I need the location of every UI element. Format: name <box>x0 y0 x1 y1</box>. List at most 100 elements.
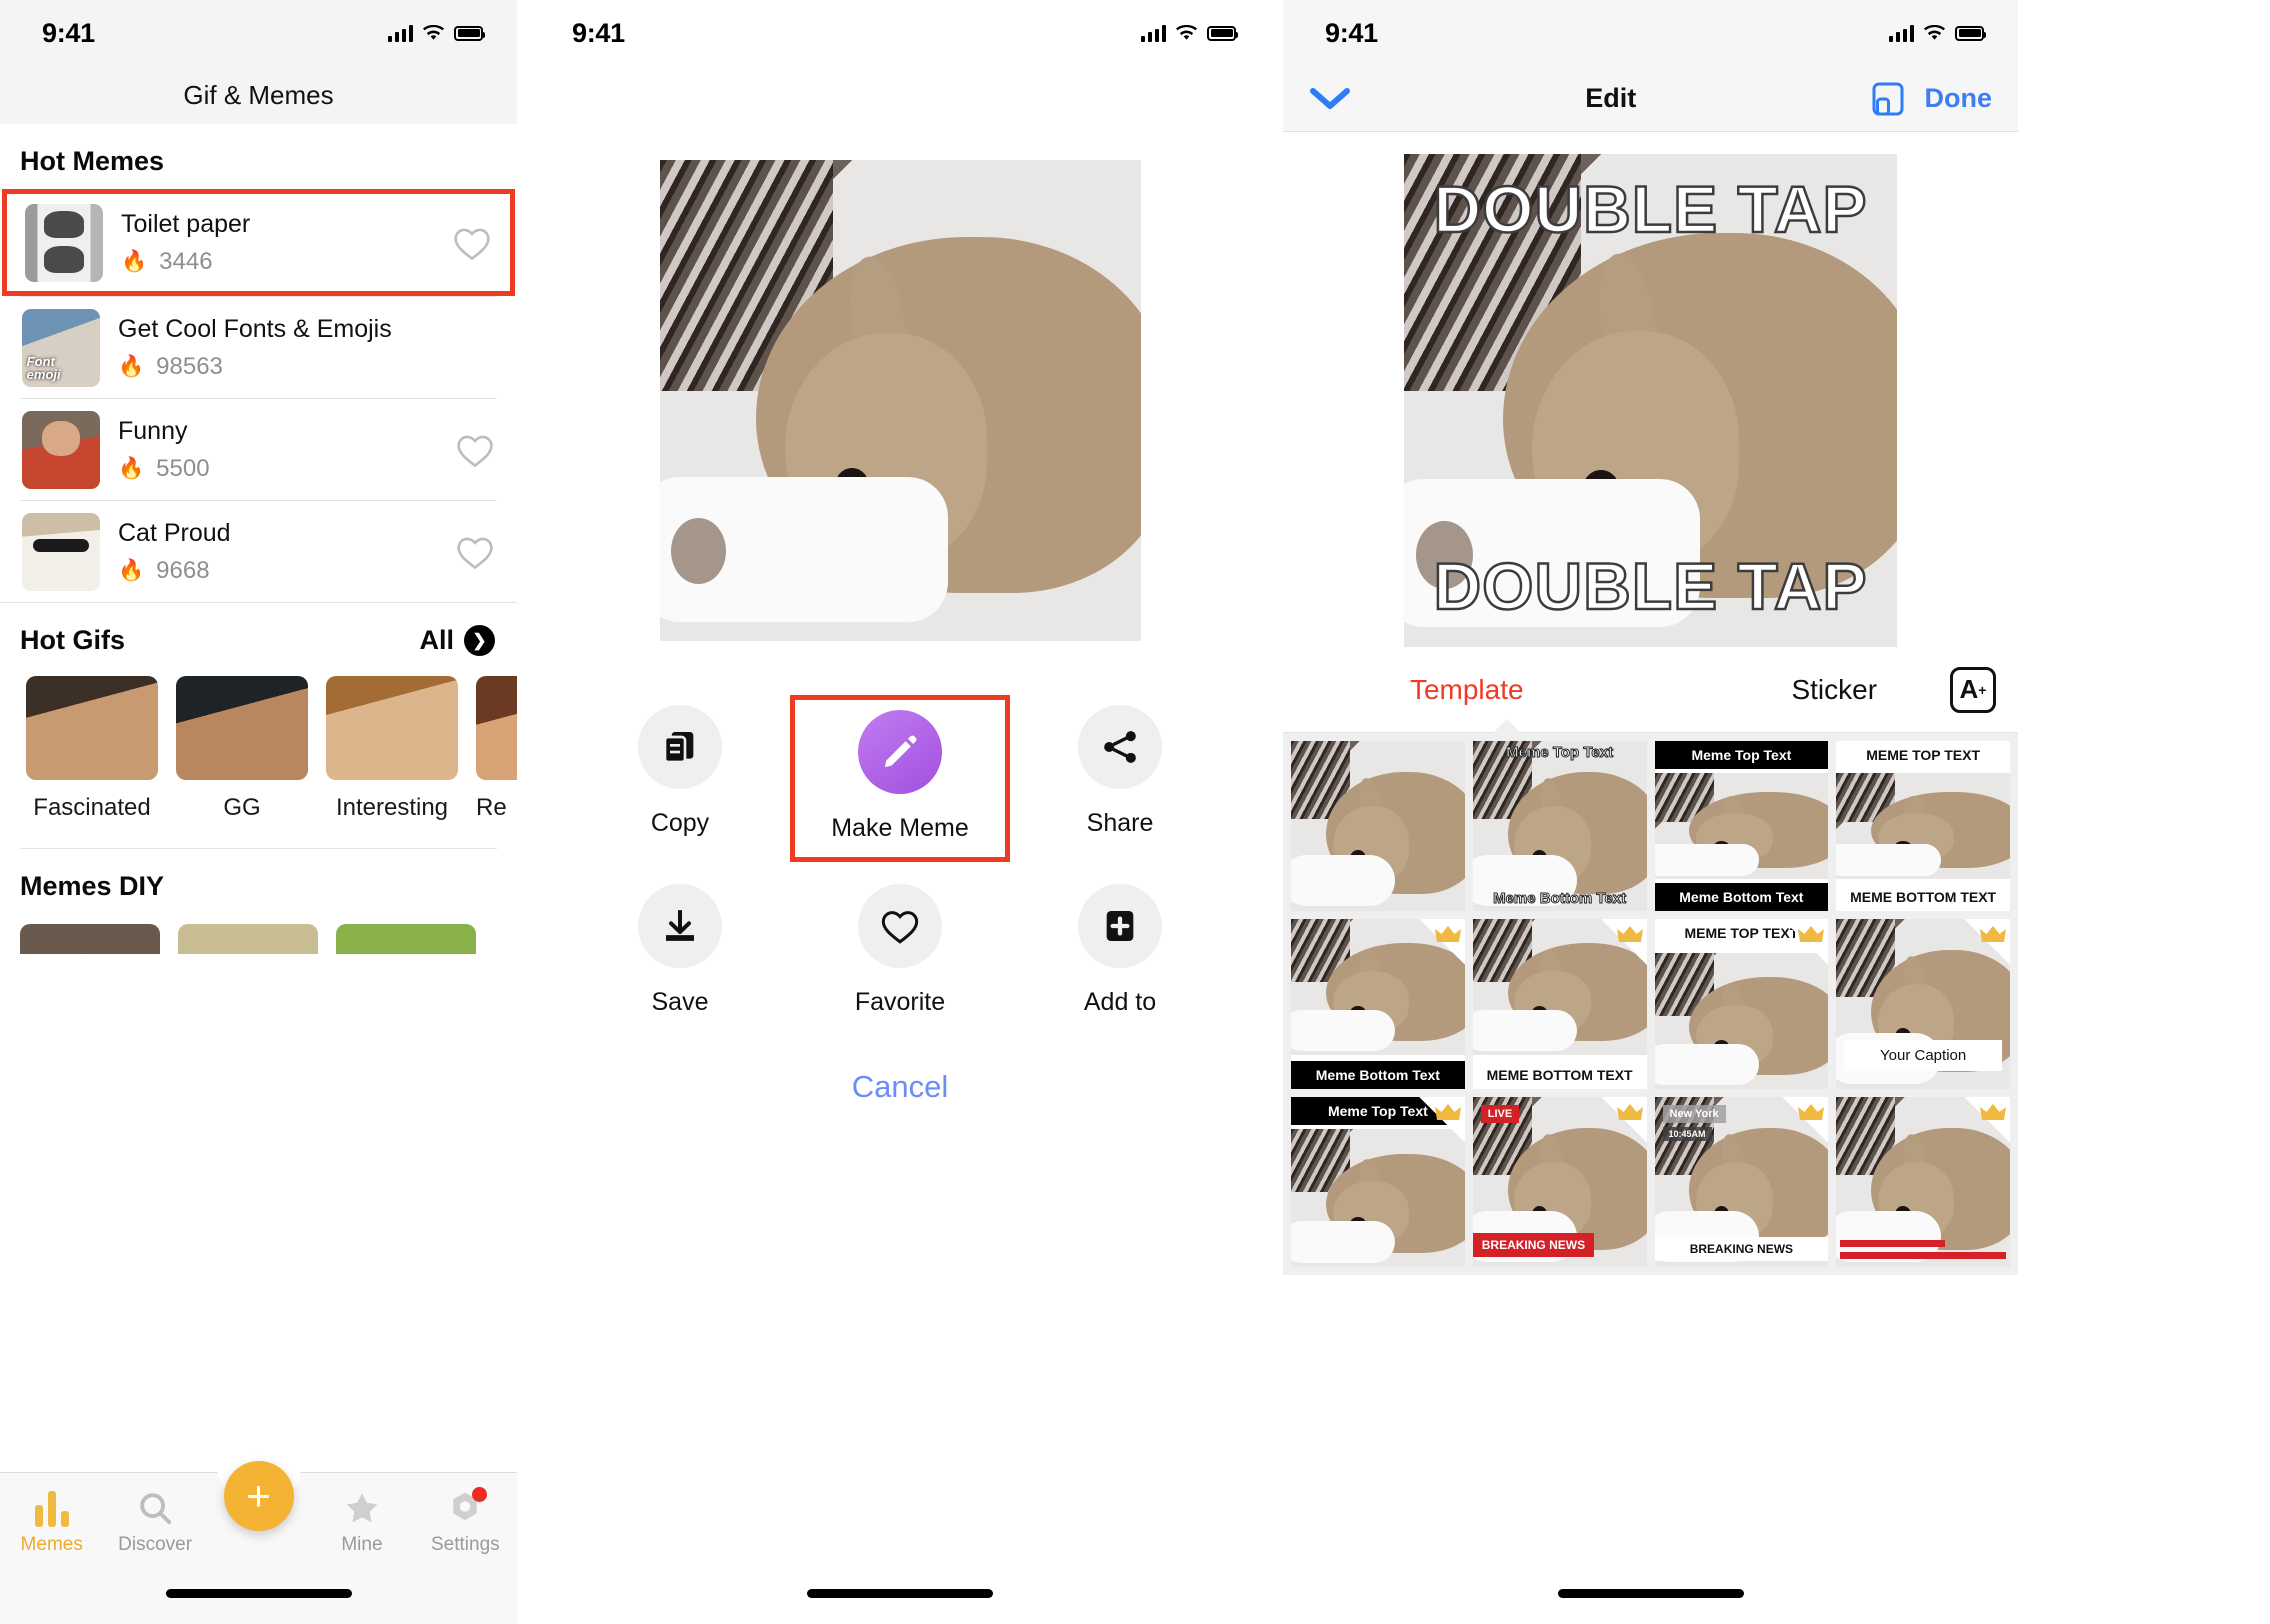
gif-card[interactable]: Interesting <box>326 676 458 822</box>
panel-meme-editor: 9:41 Edit Done DOUBLE TAP DOUBLE TAP Tem… <box>1283 0 2018 1624</box>
template-bottom-text: Meme Bottom Text <box>1493 890 1627 907</box>
tab-label: Memes <box>20 1534 83 1555</box>
premium-crown-icon <box>1964 1097 2010 1143</box>
diy-card[interactable]: INTROVERT <box>178 924 318 954</box>
panel-gap <box>1270 0 1283 1624</box>
template-card-news-red[interactable]: LIVE BREAKING NEWS <box>1472 1097 1647 1267</box>
meme-stats: 🔥 3446 <box>121 248 434 276</box>
meme-top-text[interactable]: DOUBLE TAP <box>1404 175 1897 244</box>
section-title-memes-diy: Memes DIY <box>20 871 165 901</box>
status-bar: 9:41 <box>1283 0 2018 66</box>
tab-settings[interactable]: Settings <box>414 1487 517 1556</box>
diy-card[interactable]: I LOVE <box>336 924 476 954</box>
panel1-navbar: Gif & Memes <box>0 66 517 124</box>
cancel-button[interactable]: Cancel <box>530 1069 1270 1105</box>
meme-count: 5500 <box>156 454 210 482</box>
favorite-heart-icon[interactable] <box>455 432 495 468</box>
template-grid: Meme Top Text Meme Bottom Text Meme Top … <box>1283 733 2018 1275</box>
meme-list-item-get-cool-fonts[interactable]: Font emoji Get Cool Fonts & Emojis 🔥 9856… <box>0 297 517 398</box>
tab-memes[interactable]: Memes <box>0 1487 103 1556</box>
editor-title: Edit <box>1585 83 1637 113</box>
template-bottom-text: MEME BOTTOM TEXT <box>1836 883 2010 911</box>
flame-icon: 🔥 <box>121 250 148 274</box>
memes-diy-carousel[interactable]: EX INTROVERT I LOVE <box>0 914 517 954</box>
template-card-news-city[interactable]: New York 10:45AM BREAKING NEWS <box>1654 1097 1829 1267</box>
meme-count: 98563 <box>156 352 223 380</box>
cellular-bars-icon <box>1140 24 1166 42</box>
action-make-meme[interactable]: Make Meme <box>790 695 1010 862</box>
favorite-heart-icon[interactable] <box>455 534 495 570</box>
status-time: 9:41 <box>572 17 625 48</box>
template-top-text: MEME TOP TEXT <box>1836 741 2010 769</box>
template-bottom-text: MEME BOTTOM TEXT <box>1472 1061 1647 1089</box>
plus-icon: + <box>246 1472 271 1519</box>
meme-stats: 🔥 5500 <box>118 455 437 483</box>
meme-thumbnail <box>25 203 103 282</box>
template-card-black-top[interactable]: Meme Top Text <box>1291 1097 1465 1267</box>
favorite-heart-icon[interactable] <box>452 225 492 261</box>
action-favorite[interactable]: Favorite <box>790 874 1010 1031</box>
template-card-news-bars[interactable] <box>1836 1097 2010 1267</box>
action-copy[interactable]: Copy <box>570 695 790 862</box>
template-card-white-bars[interactable]: MEME TOP TEXT MEME BOTTOM TEXT <box>1836 741 2010 911</box>
template-card-plain[interactable] <box>1291 741 1465 911</box>
add-text-icon[interactable]: A + <box>1950 666 1996 713</box>
template-bottom-text: Your Caption <box>1844 1040 2002 1071</box>
meme-edit-canvas[interactable]: DOUBLE TAP DOUBLE TAP <box>1404 154 1897 647</box>
template-top-text: Meme Top Text <box>1506 745 1614 761</box>
premium-crown-icon <box>1418 919 1465 965</box>
bunny-toilet-paper-photo <box>659 160 1141 641</box>
meme-stats: 🔥 98563 <box>118 353 495 381</box>
status-time: 9:41 <box>1325 17 1378 48</box>
premium-crown-icon <box>1782 1097 1829 1143</box>
action-add-to[interactable]: Add to <box>1010 874 1230 1031</box>
gif-thumbnail <box>176 676 308 780</box>
see-all-button[interactable]: All ❯ <box>419 625 495 656</box>
wifi-icon <box>1175 24 1198 42</box>
template-card-caption[interactable]: Your Caption Your Caption <box>1836 919 2010 1089</box>
tab-template[interactable]: Template <box>1283 674 1651 706</box>
meme-thumbnail: Font emoji <box>22 308 100 387</box>
action-share[interactable]: Share <box>1010 695 1230 862</box>
tab-mine[interactable]: Mine <box>310 1487 413 1556</box>
diy-card[interactable]: EX <box>20 924 160 954</box>
status-bar: 9:41 <box>530 0 1270 66</box>
done-button[interactable]: Done <box>1925 83 1993 114</box>
meme-list-item-cat-proud[interactable]: Cat Proud 🔥 9668 <box>0 501 517 602</box>
meme-count: 3446 <box>159 247 213 275</box>
status-time: 9:41 <box>42 17 95 48</box>
layout-crop-icon[interactable] <box>1871 82 1905 116</box>
gif-card[interactable]: Fascinated <box>26 676 158 822</box>
template-breaking-news-label: BREAKING NEWS <box>1654 1237 1829 1261</box>
template-card-white-top[interactable]: MEME TOP TEXT <box>1654 919 1829 1089</box>
copy-icon <box>638 705 722 789</box>
meme-count: 9668 <box>156 556 210 584</box>
action-sheet-grid: Copy Make Meme Share Save Favorite Add t… <box>530 695 1270 1031</box>
action-label: Favorite <box>854 988 946 1016</box>
gif-card[interactable]: GG <box>176 676 308 822</box>
template-card-white-bottom[interactable]: MEME BOTTOM TEXT <box>1472 919 1647 1089</box>
hot-gifs-carousel[interactable]: Fascinated GG Interesting Re <box>0 668 517 822</box>
tab-discover[interactable]: Discover <box>103 1487 206 1556</box>
action-save[interactable]: Save <box>570 874 790 1031</box>
gif-caption: Interesting <box>335 794 449 821</box>
heart-icon <box>858 884 942 968</box>
meme-bottom-text[interactable]: DOUBLE TAP <box>1404 552 1897 621</box>
gif-thumbnail <box>476 676 517 780</box>
wifi-icon <box>422 24 445 42</box>
wifi-icon <box>1923 24 1946 42</box>
gif-thumbnail <box>26 676 158 780</box>
battery-icon <box>1207 25 1238 41</box>
meme-list-item-funny[interactable]: Funny 🔥 5500 <box>0 399 517 500</box>
chevron-down-icon[interactable] <box>1309 86 1351 112</box>
add-create-fab-button[interactable]: + <box>223 1461 294 1531</box>
status-icons <box>1888 24 1986 42</box>
template-bottom-text: Meme Bottom Text <box>1654 883 1829 911</box>
meme-list-item-toilet-paper[interactable]: Toilet paper 🔥 3446 <box>2 189 515 296</box>
template-card-black-bars[interactable]: Meme Top Text Meme Bottom Text <box>1654 741 1829 911</box>
gif-card[interactable]: Re <box>476 676 517 822</box>
template-card-black-bottom[interactable]: Meme Bottom Text <box>1291 919 1465 1089</box>
template-card-overlay[interactable]: Meme Top Text Meme Bottom Text <box>1472 741 1647 911</box>
active-tab-caret <box>1493 719 1521 733</box>
action-label: Save <box>651 988 709 1016</box>
